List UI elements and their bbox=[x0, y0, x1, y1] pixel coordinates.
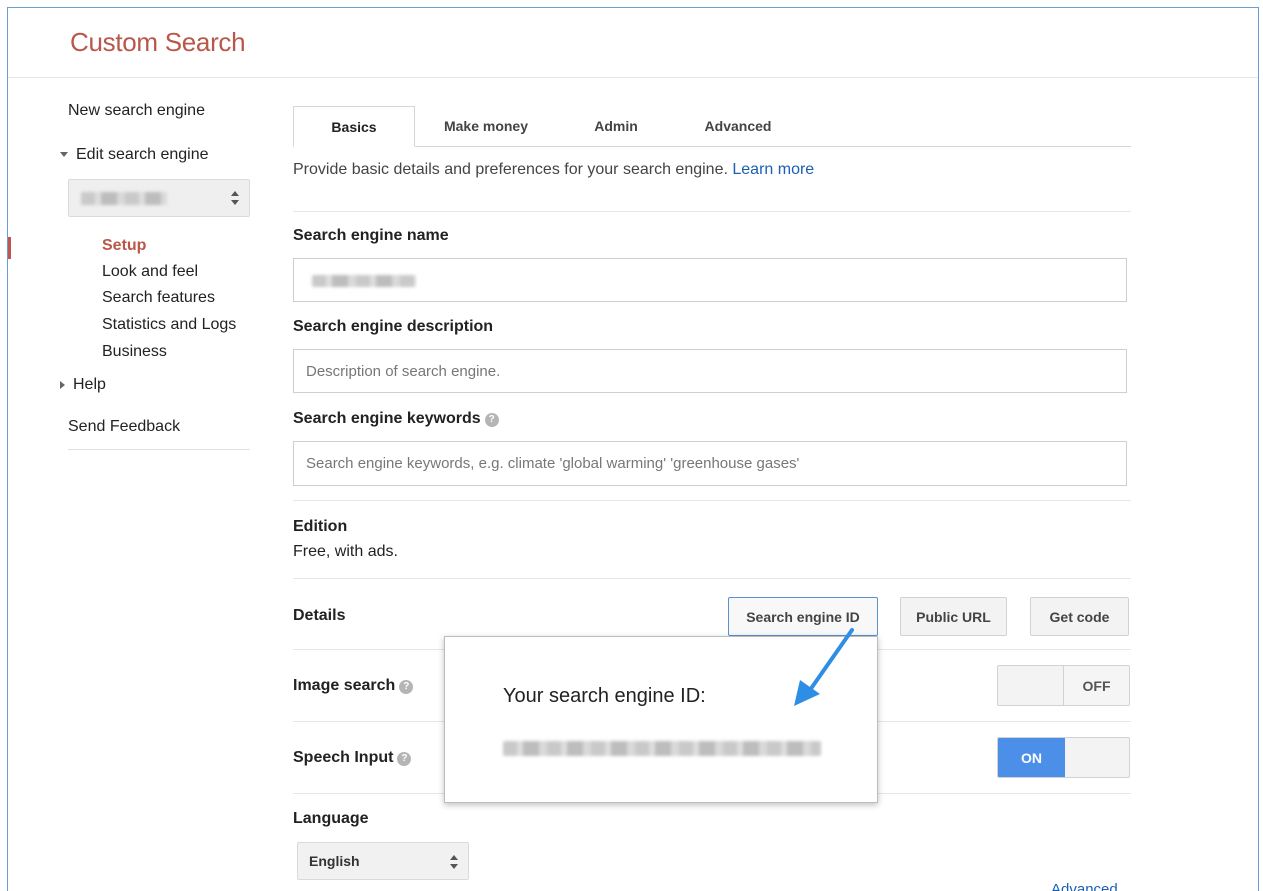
speech-input-label-text: Speech Input bbox=[293, 749, 394, 766]
section-divider bbox=[293, 578, 1131, 579]
section-divider bbox=[293, 211, 1131, 212]
image-search-toggle[interactable]: OFF bbox=[997, 665, 1130, 706]
description-placeholder: Description of search engine. bbox=[306, 362, 501, 380]
edition-label: Edition bbox=[293, 518, 348, 535]
edition-value: Free, with ads. bbox=[293, 543, 398, 560]
tab-admin[interactable]: Admin bbox=[575, 106, 657, 147]
updown-arrows-icon bbox=[450, 855, 458, 869]
help-label: Help bbox=[73, 376, 106, 393]
sidebar-item-search-features[interactable]: Search features bbox=[102, 289, 215, 307]
get-code-button[interactable]: Get code bbox=[1030, 597, 1129, 636]
section-divider bbox=[293, 500, 1131, 501]
tab-bar: Basics Make money Admin Advanced bbox=[293, 106, 1131, 147]
image-search-label: Image search? bbox=[293, 677, 414, 695]
language-select[interactable]: English bbox=[297, 842, 469, 880]
callout-arrow-icon bbox=[794, 628, 854, 706]
search-engine-select[interactable] bbox=[68, 179, 250, 217]
sidebar-item-business[interactable]: Business bbox=[102, 343, 167, 361]
sidebar-item-statistics-and-logs[interactable]: Statistics and Logs bbox=[102, 316, 236, 334]
toggle-on-label: ON bbox=[998, 738, 1065, 777]
triangle-right-icon bbox=[60, 380, 65, 389]
triangle-down-icon bbox=[60, 152, 68, 158]
active-nav-indicator bbox=[8, 237, 11, 259]
learn-more-link[interactable]: Learn more bbox=[732, 161, 814, 178]
advanced-link[interactable]: Advanced bbox=[1051, 881, 1118, 891]
help-icon[interactable]: ? bbox=[399, 680, 414, 694]
intro-description: Provide basic details and preferences fo… bbox=[293, 161, 728, 178]
header-divider bbox=[8, 77, 1258, 78]
updown-arrows-icon bbox=[231, 191, 239, 205]
keywords-label: Search engine keywords? bbox=[293, 410, 499, 428]
help-toggle[interactable]: Help bbox=[60, 376, 106, 394]
popup-title: Your search engine ID: bbox=[503, 685, 706, 707]
image-search-label-text: Image search bbox=[293, 677, 396, 694]
public-url-button[interactable]: Public URL bbox=[900, 597, 1007, 636]
sidebar-item-look-and-feel[interactable]: Look and feel bbox=[102, 263, 198, 281]
app-title: Custom Search bbox=[70, 27, 246, 57]
toggle-off-label: OFF bbox=[1063, 666, 1129, 705]
name-field[interactable] bbox=[293, 258, 1127, 302]
tab-make-money[interactable]: Make money bbox=[421, 106, 551, 147]
tab-advanced[interactable]: Advanced bbox=[685, 106, 791, 147]
tab-basics[interactable]: Basics bbox=[293, 106, 415, 147]
language-value: English bbox=[309, 853, 360, 869]
sidebar-divider bbox=[68, 449, 250, 450]
blurred-name-value bbox=[312, 275, 416, 287]
edit-search-engine-label: Edit search engine bbox=[76, 146, 209, 163]
help-icon[interactable]: ? bbox=[484, 413, 499, 427]
description-field[interactable]: Description of search engine. bbox=[293, 349, 1127, 393]
keywords-field[interactable]: Search engine keywords, e.g. climate 'gl… bbox=[293, 441, 1127, 486]
send-feedback-link[interactable]: Send Feedback bbox=[68, 418, 180, 436]
sidebar-item-setup[interactable]: Setup bbox=[102, 237, 146, 255]
keywords-placeholder: Search engine keywords, e.g. climate 'gl… bbox=[306, 455, 800, 472]
blurred-engine-name bbox=[81, 192, 167, 205]
details-label: Details bbox=[293, 607, 346, 624]
intro-text: Provide basic details and preferences fo… bbox=[293, 161, 814, 179]
help-icon[interactable]: ? bbox=[397, 752, 412, 766]
blurred-engine-id bbox=[503, 741, 821, 756]
language-label: Language bbox=[293, 810, 369, 827]
speech-input-label: Speech Input? bbox=[293, 749, 412, 767]
new-search-engine-link[interactable]: New search engine bbox=[68, 102, 205, 120]
description-label: Search engine description bbox=[293, 318, 494, 335]
edit-search-engine-toggle[interactable]: Edit search engine bbox=[60, 146, 209, 164]
app-window: Custom Search New search engine Edit sea… bbox=[7, 7, 1259, 891]
name-label: Search engine name bbox=[293, 227, 449, 244]
speech-input-toggle[interactable]: ON bbox=[997, 737, 1130, 778]
keywords-label-text: Search engine keywords bbox=[293, 410, 481, 427]
